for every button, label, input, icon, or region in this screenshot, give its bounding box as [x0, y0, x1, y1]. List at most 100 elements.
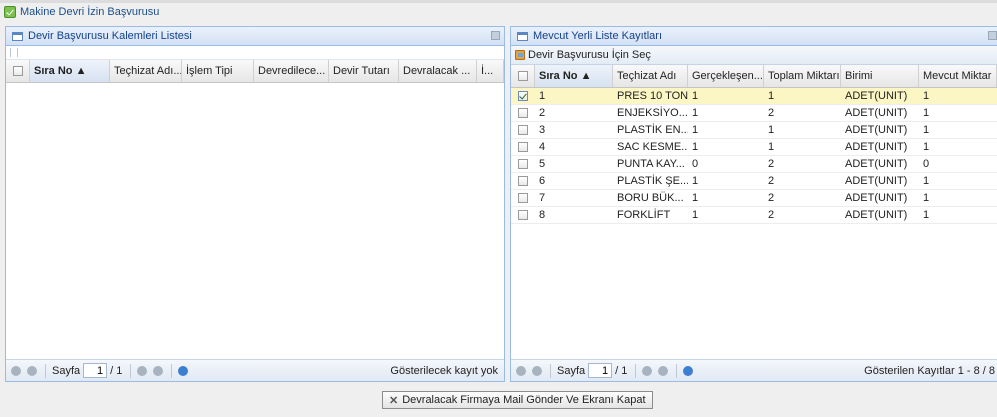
column-resize-handle[interactable]: [6, 46, 504, 60]
table-cell-no: 6: [539, 175, 546, 187]
table-cell-unit: ADET(UNIT): [845, 158, 908, 170]
row-checkbox[interactable]: [511, 173, 535, 189]
last-page-icon[interactable]: [658, 365, 669, 376]
left-panel-header: Devir Başvurusu Kalemleri Listesi: [6, 27, 504, 46]
column-header-devralacak[interactable]: Devralacak ...: [399, 60, 477, 82]
row-checkbox[interactable]: [511, 156, 535, 172]
send-mail-close-button[interactable]: ✕ Devralacak Firmaya Mail Gönder Ve Ekra…: [382, 391, 653, 409]
left-panel-title: Devir Başvurusu Kalemleri Listesi: [28, 30, 192, 42]
row-checkbox[interactable]: [511, 207, 535, 223]
table-row[interactable]: 5 PUNTA KAY... 0 2 ADET(UNIT) 0: [511, 156, 997, 173]
next-page-icon[interactable]: [137, 365, 148, 376]
collapse-icon[interactable]: [491, 31, 500, 40]
page-input[interactable]: [588, 363, 613, 378]
right-panel-header: Mevcut Yerli Liste Kayıtları: [511, 27, 997, 46]
table-cell-name: FORKLİFT: [617, 209, 671, 221]
left-grid-header: Sıra No ▲ Teçhizat Adı... İşlem Tipi Dev…: [6, 60, 504, 83]
last-page-icon[interactable]: [153, 365, 164, 376]
page-total: / 1: [615, 364, 628, 377]
row-checkbox[interactable]: [511, 122, 535, 138]
table-cell-done: 1: [692, 209, 699, 221]
select-all-checkbox[interactable]: [511, 65, 535, 87]
checkbox-icon: [12, 66, 23, 76]
table-cell-unit: ADET(UNIT): [845, 124, 908, 136]
page-total: / 1: [110, 364, 123, 377]
table-cell-name: PLASTİK EN...: [617, 124, 688, 136]
table-cell-no: 3: [539, 124, 546, 136]
checkbox-icon: [518, 176, 528, 186]
next-page-icon[interactable]: [642, 365, 653, 376]
column-header-extra[interactable]: İ...: [477, 60, 504, 82]
column-header-techizat[interactable]: Teçhizat Adı...: [110, 60, 182, 82]
pager-separator: [676, 363, 678, 378]
send-mail-close-label: Devralacak Firmaya Mail Gönder Ve Ekranı…: [402, 394, 646, 406]
column-header-gerceklesen[interactable]: Gerçekleşen...: [688, 65, 764, 87]
select-all-checkbox[interactable]: [6, 60, 30, 82]
column-header-techizat[interactable]: Teçhizat Adı: [613, 65, 688, 87]
left-panel: Devir Başvurusu Kalemleri Listesi Sıra N…: [5, 26, 505, 382]
refresh-icon[interactable]: [178, 365, 189, 376]
table-row[interactable]: 6 PLASTİK ŞE... 1 2 ADET(UNIT) 1: [511, 173, 997, 190]
right-panel-title: Mevcut Yerli Liste Kayıtları: [533, 30, 663, 42]
table-cell-available: 1: [923, 107, 930, 119]
table-cell-unit: ADET(UNIT): [845, 175, 908, 187]
first-page-icon[interactable]: [516, 365, 526, 376]
table-cell-unit: ADET(UNIT): [845, 209, 908, 221]
table-row[interactable]: 8 FORKLİFT 1 2 ADET(UNIT) 1: [511, 207, 997, 224]
table-cell-name: PLASTİK ŞE...: [617, 175, 688, 187]
table-cell-done: 1: [692, 141, 699, 153]
checkbox-icon: [518, 108, 528, 118]
table-cell-name: BORU BÜK...: [617, 192, 684, 204]
column-header-devir-tutari[interactable]: Devir Tutarı: [329, 60, 399, 82]
column-header-birimi[interactable]: Birimi: [841, 65, 919, 87]
check-icon: [4, 5, 16, 18]
page-input[interactable]: [83, 363, 108, 378]
table-cell-total: 1: [768, 90, 775, 102]
table-row[interactable]: 3 PLASTİK EN... 1 1 ADET(UNIT) 1: [511, 122, 997, 139]
table-cell-available: 0: [923, 158, 930, 170]
table-cell-available: 1: [923, 192, 930, 204]
first-page-icon[interactable]: [11, 365, 21, 376]
table-cell-done: 1: [692, 192, 699, 204]
table-cell-unit: ADET(UNIT): [845, 90, 908, 102]
table-cell-total: 2: [768, 107, 775, 119]
table-cell-done: 0: [692, 158, 699, 170]
row-checkbox[interactable]: [511, 88, 535, 104]
table-row[interactable]: 4 SAC KESME... 1 1 ADET(UNIT) 1: [511, 139, 997, 156]
pager-info: Gösterilecek kayıt yok: [390, 365, 498, 377]
right-grid-header: Sıra No ▲ Teçhizat Adı Gerçekleşen... To…: [511, 65, 997, 88]
select-for-transfer-button[interactable]: Devir Başvurusu İçin Seç: [515, 49, 651, 61]
table-cell-name: PUNTA KAY...: [617, 158, 685, 170]
prev-page-icon[interactable]: [27, 365, 37, 376]
refresh-icon[interactable]: [683, 365, 694, 376]
table-row[interactable]: 2 ENJEKSİYO... 1 2 ADET(UNIT) 1: [511, 105, 997, 122]
table-cell-unit: ADET(UNIT): [845, 107, 908, 119]
table-cell-available: 1: [923, 124, 930, 136]
row-checkbox[interactable]: [511, 105, 535, 121]
select-for-transfer-label: Devir Başvurusu İçin Seç: [528, 49, 651, 61]
pager-separator: [130, 363, 132, 378]
column-header-sira-no[interactable]: Sıra No ▲: [535, 65, 613, 87]
table-cell-done: 1: [692, 107, 699, 119]
prev-page-icon[interactable]: [532, 365, 542, 376]
column-header-islem-tipi[interactable]: İşlem Tipi: [182, 60, 254, 82]
column-header-devredilecek[interactable]: Devredilece...: [254, 60, 329, 82]
table-cell-available: 1: [923, 90, 930, 102]
column-header-toplam-miktar[interactable]: Toplam Miktarı: [764, 65, 841, 87]
table-cell-total: 1: [768, 141, 775, 153]
table-cell-total: 2: [768, 209, 775, 221]
column-header-sira-no[interactable]: Sıra No ▲: [30, 60, 110, 82]
table-row[interactable]: 1 PRES 10 TON 1 1 ADET(UNIT) 1: [511, 88, 997, 105]
top-strip: [0, 0, 997, 3]
table-cell-total: 1: [768, 124, 775, 136]
collapse-icon[interactable]: [988, 31, 997, 40]
table-cell-name: PRES 10 TON: [617, 90, 688, 102]
checkbox-icon: [518, 142, 528, 152]
window-tab[interactable]: Makine Devri İzin Başvurusu: [4, 4, 159, 19]
table-cell-name: SAC KESME...: [617, 141, 688, 153]
row-checkbox[interactable]: [511, 190, 535, 206]
table-row[interactable]: 7 BORU BÜK... 1 2 ADET(UNIT) 1: [511, 190, 997, 207]
column-header-mevcut-miktar[interactable]: Mevcut Miktar: [919, 65, 997, 87]
pager-info: Gösterilen Kayıtlar 1 - 8 / 8: [864, 365, 995, 377]
row-checkbox[interactable]: [511, 139, 535, 155]
